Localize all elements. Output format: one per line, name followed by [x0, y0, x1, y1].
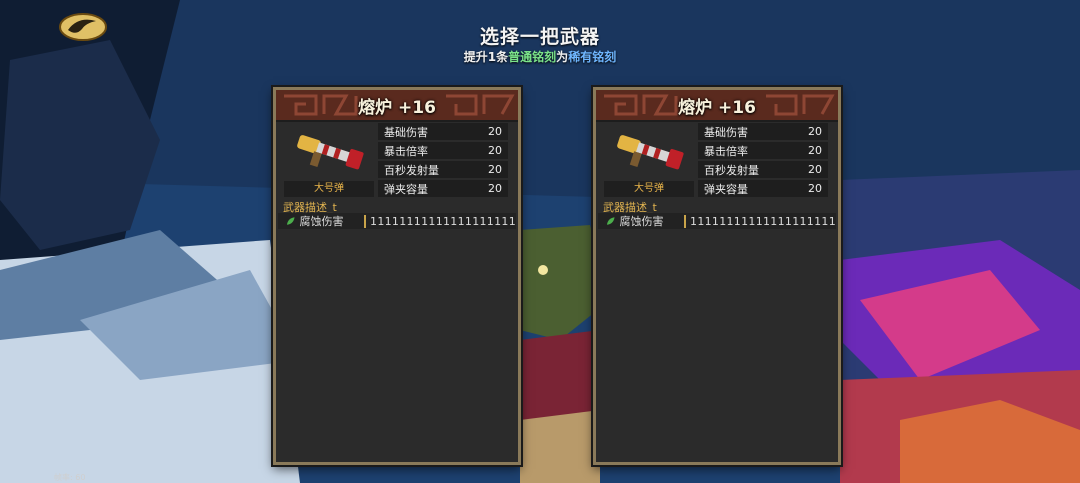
- inscription-name: 腐蚀伤害: [619, 215, 664, 228]
- subtitle-part: 为: [556, 50, 569, 64]
- subtitle-part: 提升1条: [463, 50, 509, 64]
- stat-row: 基础伤害 20: [698, 123, 828, 140]
- inscription-row: 腐蚀伤害 11111111111111111111: [598, 213, 836, 229]
- weapon-name: 熔炉 +16: [678, 98, 756, 118]
- inscription-row: 腐蚀伤害 11111111111111111111: [278, 213, 516, 229]
- stat-label: 弹夹容量: [384, 182, 428, 196]
- leaf-icon: [606, 217, 615, 225]
- leaf-icon: [286, 217, 295, 225]
- stat-value: 20: [488, 163, 502, 176]
- stat-label: 基础伤害: [384, 125, 428, 139]
- stat-label: 基础伤害: [704, 125, 748, 139]
- stat-label: 暴击倍率: [704, 144, 748, 158]
- subtitle-part-common: 普通铭刻: [508, 50, 557, 64]
- stat-value: 20: [808, 182, 822, 195]
- stat-value: 20: [808, 163, 822, 176]
- stat-row: 暴击倍率 20: [698, 142, 828, 159]
- fps-counter: 帧率: 60: [54, 473, 86, 482]
- stat-value: 20: [488, 125, 502, 138]
- stat-value: 20: [488, 144, 502, 157]
- stat-value: 20: [808, 144, 822, 157]
- stat-label: 百秒发射量: [384, 163, 439, 177]
- ammo-type-label: 大号弹: [284, 181, 374, 197]
- inscription-value: 11111111111111111111: [684, 214, 836, 228]
- card-header: 熔炉 +16: [596, 90, 838, 122]
- game-scene-background: [0, 0, 1080, 483]
- stat-row: 百秒发射量 20: [378, 161, 508, 178]
- stat-label: 弹夹容量: [704, 182, 748, 196]
- stat-label: 暴击倍率: [384, 144, 428, 158]
- stats-table: 基础伤害 20 暴击倍率 20 百秒发射量 20 弹夹容量 20: [378, 123, 508, 199]
- stat-value: 20: [488, 182, 502, 195]
- stat-row: 暴击倍率 20: [378, 142, 508, 159]
- subtitle-part-rare: 稀有铭刻: [568, 50, 617, 64]
- screen-subtitle: 提升1条普通铭刻为稀有铭刻: [0, 48, 1080, 65]
- stat-value: 20: [808, 125, 822, 138]
- stat-row: 弹夹容量 20: [698, 180, 828, 197]
- weapon-card-1[interactable]: 熔炉 +16 大号弹 基础伤害 20 暴击倍率 20 百秒发射量 20 弹夹容量 20 …: [273, 87, 521, 465]
- stat-row: 基础伤害 20: [378, 123, 508, 140]
- stats-table: 基础伤害 20 暴击倍率 20 百秒发射量 20 弹夹容量 20: [698, 123, 828, 199]
- stat-label: 百秒发射量: [704, 163, 759, 177]
- card-header: 熔炉 +16: [276, 90, 518, 122]
- inscription-name: 腐蚀伤害: [299, 215, 344, 228]
- stat-row: 弹夹容量 20: [378, 180, 508, 197]
- screen-title: 选择一把武器: [479, 26, 600, 48]
- weapon-name: 熔炉 +16: [358, 98, 436, 118]
- weapon-card-2[interactable]: 熔炉 +16 大号弹 基础伤害 20 暴击倍率 20 百秒发射量 20 弹夹容量 20 …: [593, 87, 841, 465]
- ammo-type-label: 大号弹: [604, 181, 694, 197]
- inscription-value: 11111111111111111111: [364, 214, 516, 228]
- stat-row: 百秒发射量 20: [698, 161, 828, 178]
